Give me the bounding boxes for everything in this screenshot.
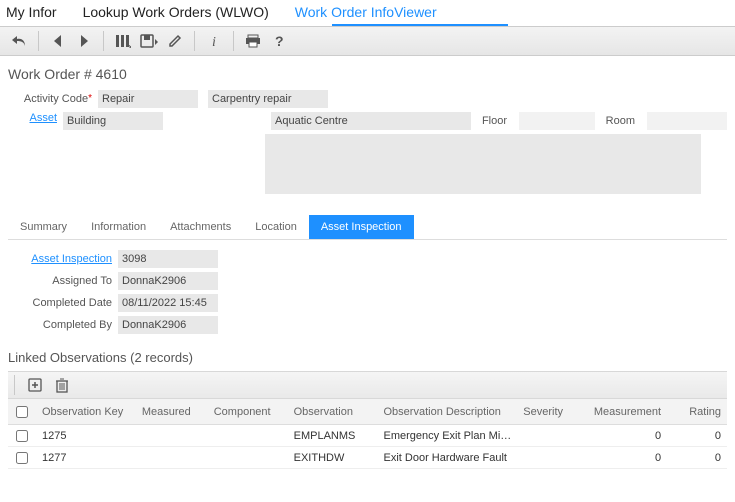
help-button[interactable]: ? — [266, 30, 292, 52]
col-severity[interactable]: Severity — [517, 406, 577, 418]
completed-by-field[interactable]: DonnaK2906 — [118, 316, 218, 334]
cell-observation: EMPLANMS — [288, 430, 378, 442]
tab-asset-inspection[interactable]: Asset Inspection — [309, 215, 414, 239]
toolbar: i ? — [0, 26, 735, 56]
col-measured[interactable]: Measured — [136, 406, 208, 418]
info-button[interactable]: i — [201, 30, 227, 52]
add-row-button[interactable] — [27, 377, 43, 393]
select-all-checkbox[interactable] — [16, 406, 28, 418]
separator — [38, 31, 39, 51]
col-component[interactable]: Component — [208, 406, 288, 418]
undo-button[interactable] — [6, 30, 32, 52]
asset-link[interactable]: Asset — [29, 112, 57, 124]
nav-lookup[interactable]: Lookup Work Orders (WLWO) — [83, 4, 269, 20]
prev-button[interactable] — [45, 30, 71, 52]
next-button[interactable] — [71, 30, 97, 52]
floor-label: Floor — [477, 115, 513, 127]
completed-by-label: Completed By — [8, 319, 118, 331]
row-checkbox[interactable] — [16, 430, 28, 442]
activity-code-label: Activity Code — [24, 93, 88, 105]
activity-row: Activity Code* Repair Carpentry repair — [8, 90, 727, 108]
print-button[interactable] — [240, 30, 266, 52]
activity-code-field[interactable]: Repair — [98, 90, 198, 108]
assigned-to-field[interactable]: DonnaK2906 — [118, 272, 218, 290]
cell-key: 1277 — [36, 452, 136, 464]
nav-my-infor[interactable]: My Infor — [6, 4, 57, 20]
asset-type-field[interactable]: Building — [63, 112, 163, 130]
completed-date-field[interactable]: 08/11/2022 15:45 — [118, 294, 218, 312]
cell-desc: Emergency Exit Plan Missi — [378, 430, 518, 442]
tab-summary[interactable]: Summary — [8, 215, 79, 239]
columns-button[interactable] — [110, 30, 136, 52]
sub-tabs: Summary Information Attachments Location… — [8, 212, 727, 240]
linked-observations-title: Linked Observations (2 records) — [8, 350, 727, 365]
cell-measurement: 0 — [577, 452, 667, 464]
separator — [233, 31, 234, 51]
asset-inspection-field[interactable]: 3098 — [118, 250, 218, 268]
top-nav: My Infor Lookup Work Orders (WLWO) Work … — [0, 0, 735, 24]
nav-infoviewer[interactable]: Work Order InfoViewer — [295, 4, 437, 20]
separator — [14, 375, 15, 395]
cell-observation: EXITHDW — [288, 452, 378, 464]
room-label: Room — [601, 115, 641, 127]
cell-measurement: 0 — [577, 430, 667, 442]
grid-toolbar — [8, 371, 727, 399]
page-title: Work Order # 4610 — [8, 66, 727, 82]
room-field[interactable] — [647, 112, 727, 130]
table-row[interactable]: 1277 EXITHDWExit Door Hardware Fault 00 — [8, 447, 727, 469]
observations-grid: Observation Key Measured Component Obser… — [8, 399, 727, 469]
floor-field[interactable] — [519, 112, 595, 130]
asset-notes-field[interactable] — [265, 134, 701, 194]
table-row[interactable]: 1275 EMPLANMSEmergency Exit Plan Missi 00 — [8, 425, 727, 447]
edit-button[interactable] — [162, 30, 188, 52]
col-rating[interactable]: Rating — [667, 406, 727, 418]
required-icon: * — [88, 93, 92, 104]
tab-information[interactable]: Information — [79, 215, 158, 239]
save-dropdown-button[interactable] — [136, 30, 162, 52]
activity-desc-field[interactable]: Carpentry repair — [208, 90, 328, 108]
cell-rating: 0 — [667, 452, 727, 464]
col-observation[interactable]: Observation — [288, 406, 378, 418]
delete-row-button[interactable] — [55, 377, 69, 393]
assigned-to-label: Assigned To — [8, 275, 118, 287]
tab-location[interactable]: Location — [243, 215, 309, 239]
col-measurement[interactable]: Measurement — [577, 406, 667, 418]
separator — [103, 31, 104, 51]
asset-row: Asset Building Aquatic Centre Floor Room — [8, 112, 727, 194]
svg-text:?: ? — [275, 34, 284, 48]
separator — [194, 31, 195, 51]
row-checkbox[interactable] — [16, 452, 28, 464]
tab-attachments[interactable]: Attachments — [158, 215, 243, 239]
svg-text:i: i — [212, 35, 216, 48]
col-description[interactable]: Observation Description — [378, 406, 518, 418]
completed-date-label: Completed Date — [8, 297, 118, 309]
asset-inspection-link[interactable]: Asset Inspection — [31, 253, 112, 265]
col-observation-key[interactable]: Observation Key — [36, 406, 136, 418]
cell-key: 1275 — [36, 430, 136, 442]
cell-desc: Exit Door Hardware Fault — [378, 452, 518, 464]
building-field[interactable]: Aquatic Centre — [271, 112, 471, 130]
cell-rating: 0 — [667, 430, 727, 442]
grid-header: Observation Key Measured Component Obser… — [8, 399, 727, 425]
